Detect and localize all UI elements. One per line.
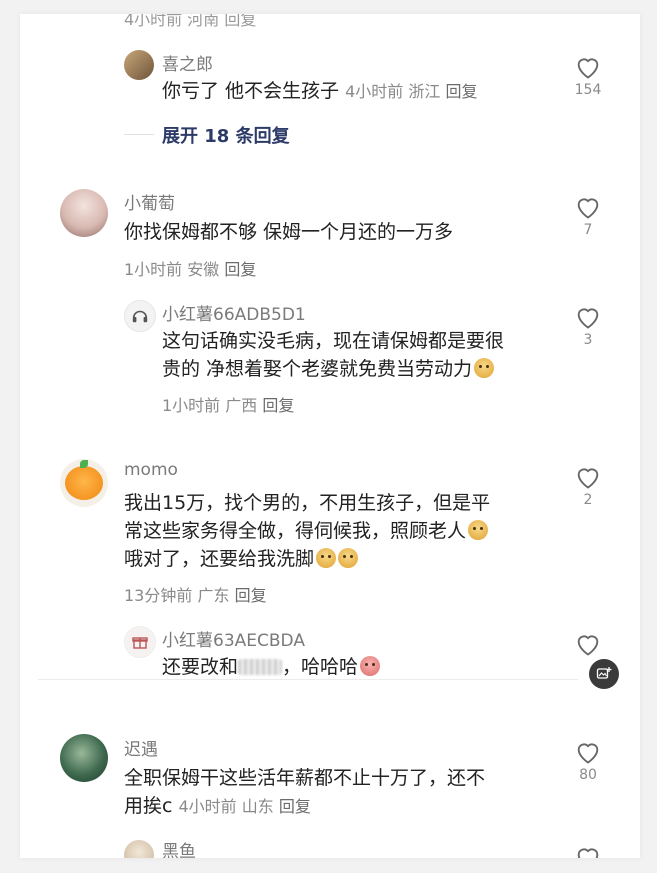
like-count: 80 bbox=[579, 767, 597, 783]
headphones-icon bbox=[132, 310, 148, 323]
comment-time: 4小时前 bbox=[345, 82, 404, 101]
comment-meta: 13分钟前 广东 回复 bbox=[124, 582, 267, 606]
comment-location: 浙江 bbox=[408, 82, 441, 101]
heart-icon bbox=[577, 743, 599, 764]
like-button[interactable]: 3 bbox=[558, 304, 618, 348]
like-count: 2 bbox=[583, 492, 593, 508]
comment-time: 4小时前 bbox=[178, 797, 237, 816]
comment-meta: 4小时前 浙江 回复 bbox=[345, 82, 477, 101]
emoji-icon bbox=[316, 548, 337, 568]
orange-icon bbox=[65, 460, 103, 500]
comment-body: 用挨c bbox=[124, 795, 173, 817]
comment-body: 你亏了 他不会生孩子 bbox=[162, 80, 340, 102]
comment-body-line: 这句话确实没毛病，现在请保姆都是要很 bbox=[162, 330, 505, 352]
heart-icon bbox=[577, 848, 599, 858]
blurred-text bbox=[238, 659, 283, 675]
expand-divider bbox=[124, 134, 154, 135]
comment-body-line: 还要改和 ，哈哈哈 bbox=[162, 653, 381, 682]
comment-body: 还要改和 bbox=[162, 656, 239, 678]
reply-button[interactable]: 回复 bbox=[262, 396, 294, 415]
comment-time: 1小时前 bbox=[124, 260, 183, 279]
comment-meta-partial: 4小时前 河南 回复 bbox=[124, 14, 257, 29]
comment-body-line: 哦对了，还要给我洗脚 bbox=[124, 545, 359, 574]
comment-meta: 4小时前 山东 回复 bbox=[179, 797, 311, 816]
heart-icon bbox=[577, 635, 599, 656]
comment-location: 安徽 bbox=[187, 260, 220, 279]
comment-meta: 1小时前 安徽 回复 bbox=[124, 256, 256, 280]
comment-time: 1小时前 bbox=[162, 396, 221, 415]
heart-icon bbox=[577, 198, 599, 219]
like-button[interactable] bbox=[558, 844, 618, 858]
comment-meta: 1小时前 广西 回复 bbox=[162, 392, 294, 416]
avatar[interactable] bbox=[60, 189, 108, 237]
reply-button[interactable]: 回复 bbox=[224, 260, 256, 279]
expand-replies-link[interactable]: 展开 18 条回复 bbox=[162, 122, 290, 148]
comment-location: 广西 bbox=[225, 396, 258, 415]
like-button[interactable]: 2 bbox=[558, 464, 618, 508]
comment-body-line: 全职保姆干这些活年薪都不止十万了，还不 bbox=[124, 767, 486, 789]
avatar[interactable] bbox=[60, 734, 108, 782]
avatar[interactable] bbox=[124, 300, 156, 332]
comment-body: 常这些家务得全做，得伺候我，照顾老人 bbox=[124, 520, 467, 542]
heart-icon bbox=[577, 58, 599, 79]
reply-button[interactable]: 回复 bbox=[279, 797, 311, 816]
comment-time: 13分钟前 bbox=[124, 586, 193, 605]
section-divider bbox=[38, 679, 578, 680]
comment-list: 4小时前 河南 回复 喜之郎 你亏了 他不会生孩子 4小时前 浙江 回复 154… bbox=[20, 14, 640, 858]
comment-body-line: 用挨c 4小时前 山东 回复 bbox=[124, 792, 311, 821]
reply-button[interactable]: 回复 bbox=[445, 82, 477, 101]
comment-body: ，哈哈哈 bbox=[282, 656, 359, 678]
comment-body: 你找保姆都不够 保姆一个月还的一万多 bbox=[124, 221, 454, 243]
comment-body-line: 贵的 净想着娶个老婆就免费当劳动力 bbox=[162, 355, 495, 384]
image-comment-button[interactable] bbox=[589, 659, 619, 689]
like-count: 7 bbox=[583, 222, 593, 238]
like-button[interactable] bbox=[558, 631, 618, 657]
avatar[interactable] bbox=[124, 840, 154, 858]
comment-body-line: 我出15万，找个男的，不用生孩子，但是平 bbox=[124, 492, 491, 514]
image-plus-icon bbox=[596, 667, 612, 679]
comment-body: 贵的 净想着娶个老婆就免费当劳动力 bbox=[162, 358, 473, 380]
comment-author[interactable]: momo bbox=[124, 460, 178, 480]
heart-icon bbox=[577, 308, 599, 329]
reply-button[interactable]: 回复 bbox=[235, 586, 267, 605]
avatar[interactable] bbox=[124, 50, 154, 80]
like-button[interactable]: 154 bbox=[558, 54, 618, 98]
comment-location: 山东 bbox=[241, 797, 274, 816]
comment-text: 你亏了 他不会生孩子 4小时前 浙江 回复 bbox=[162, 77, 478, 106]
comment-author[interactable]: 喜之郎 bbox=[162, 50, 213, 75]
like-count: 154 bbox=[574, 82, 602, 98]
comment-location: 广东 bbox=[197, 586, 230, 605]
avatar[interactable] bbox=[124, 626, 156, 658]
emoji-icon bbox=[360, 656, 381, 676]
comment-author[interactable]: 迟遇 bbox=[124, 735, 158, 760]
like-button[interactable]: 7 bbox=[558, 194, 618, 238]
emoji-icon bbox=[474, 358, 495, 378]
gift-icon bbox=[132, 637, 148, 649]
heart-icon bbox=[577, 468, 599, 489]
like-button[interactable]: 80 bbox=[558, 739, 618, 783]
comment-body-line: 常这些家务得全做，得伺候我，照顾老人 bbox=[124, 517, 489, 546]
comment-author[interactable]: 小葡萄 bbox=[124, 189, 175, 214]
like-count: 3 bbox=[583, 332, 593, 348]
comment-author[interactable]: 小红薯63AECBDA bbox=[162, 626, 305, 651]
comment-author[interactable]: 黑鱼 bbox=[162, 837, 196, 858]
comment-body: 哦对了，还要给我洗脚 bbox=[124, 548, 315, 570]
avatar[interactable] bbox=[60, 459, 108, 507]
emoji-icon bbox=[468, 520, 489, 540]
comment-author[interactable]: 小红薯66ADB5D1 bbox=[162, 300, 306, 325]
emoji-icon bbox=[338, 548, 359, 568]
